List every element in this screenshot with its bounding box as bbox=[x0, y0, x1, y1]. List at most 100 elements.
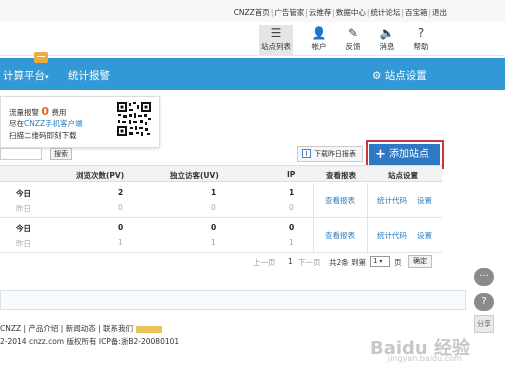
top-links-bar: CNZZ首页|广告管家|云推荐|数据中心|统计论坛|百宝箱|退出 bbox=[0, 0, 505, 22]
th-ip: IP bbox=[287, 170, 296, 179]
tool-help[interactable]: ? 帮助 bbox=[404, 25, 438, 52]
add-site-label: 添加站点 bbox=[389, 149, 429, 160]
row-divider bbox=[0, 252, 442, 253]
pager-prev[interactable]: 上一页 bbox=[253, 257, 276, 268]
help-icon: ? bbox=[417, 26, 425, 40]
top-link-logout[interactable]: 退出 bbox=[432, 7, 447, 18]
download-report-button[interactable]: 下载昨日报表 bbox=[297, 146, 363, 162]
search-button[interactable]: 搜索 bbox=[50, 148, 72, 160]
search-input[interactable] bbox=[0, 148, 42, 160]
gear-icon: ⚙ bbox=[372, 70, 382, 82]
pager-total: 共2条 到第 bbox=[329, 258, 367, 267]
question-icon[interactable]: ? bbox=[474, 293, 494, 311]
plus-icon: + bbox=[375, 147, 386, 162]
column-divider bbox=[313, 183, 314, 252]
footer-links[interactable]: CNZZ | 产品介绍 | 新闻动态 | 联系我们 bbox=[0, 324, 133, 333]
pager-current[interactable]: 1 bbox=[288, 257, 293, 266]
table-row: 今日 0 0 0 查看报表 统计代码 设置 bbox=[0, 220, 442, 240]
nav-stats-alert-label: 统计报警 bbox=[68, 70, 110, 82]
promo-zero: 0 bbox=[41, 105, 50, 118]
tool-messages[interactable]: 🔈 消息 bbox=[370, 25, 404, 52]
top-link-data-center[interactable]: 数据中心 bbox=[336, 7, 366, 18]
speaker-icon: 🔈 bbox=[379, 26, 395, 40]
nav-site-settings-label: 站点设置 bbox=[384, 70, 427, 82]
top-link-recommend[interactable]: 云推荐 bbox=[309, 7, 332, 18]
app-promo-popup: 流量报警 0 费用 尽在CNZZ手机客户端 扫描二维码即刻下载 bbox=[0, 96, 160, 148]
th-pv: 浏览次数(PV) bbox=[76, 171, 125, 180]
column-divider bbox=[367, 183, 368, 252]
row-label-yesterday: 昨日 bbox=[16, 239, 31, 248]
share-label: 分享 bbox=[477, 320, 491, 328]
toolbar: ☰ 站点列表 👤 帐户 ✎ 反馈 🔈 消息 ? 帮助 bbox=[0, 22, 505, 56]
row-yest-uv: 0 bbox=[211, 203, 216, 212]
th-view-report: 查看报表 bbox=[326, 171, 356, 180]
chat-icon[interactable]: ··· bbox=[474, 268, 494, 286]
tool-account-label: 帐户 bbox=[311, 42, 327, 51]
caret-down-icon: ▾ bbox=[45, 73, 49, 81]
nav-site-settings[interactable]: ⚙ 站点设置 bbox=[372, 68, 427, 83]
page-select[interactable]: 1 ▾ bbox=[370, 256, 390, 267]
tool-site-list-label: 站点列表 bbox=[261, 42, 291, 51]
footer-copyright: 2-2014 cnzz.com 版权所有 ICP备:浙B2-20080101 bbox=[0, 337, 180, 346]
user-icon: 👤 bbox=[311, 26, 327, 40]
row-yest-ip: 0 bbox=[289, 203, 294, 212]
promo-line-1: 流量报警 0 费用 bbox=[9, 105, 66, 118]
baidu-watermark-url: jingyan.baidu.com bbox=[388, 354, 462, 363]
tool-feedback[interactable]: ✎ 反馈 bbox=[336, 25, 370, 52]
top-links: CNZZ首页|广告管家|云推荐|数据中心|统计论坛|百宝箱|退出 bbox=[233, 7, 447, 18]
download-icon bbox=[302, 149, 311, 158]
row-label-today: 今日 bbox=[16, 189, 31, 198]
row-yest-pv: 0 bbox=[118, 203, 123, 212]
nav-platform[interactable]: 计算平台▾ bbox=[3, 68, 49, 83]
tool-help-label: 帮助 bbox=[413, 42, 429, 51]
top-link-forum[interactable]: 统计论坛 bbox=[370, 7, 400, 18]
tool-feedback-label: 反馈 bbox=[345, 42, 361, 51]
promo-line1-prefix: 流量报警 bbox=[9, 108, 39, 117]
th-uv: 独立访客(UV) bbox=[170, 171, 219, 180]
qr-code-image bbox=[116, 101, 152, 137]
table-row: 今日 2 1 1 查看报表 统计代码 设置 bbox=[0, 185, 442, 205]
promo-line1-suffix: 费用 bbox=[51, 108, 67, 117]
row-today-pv: 2 bbox=[118, 188, 124, 197]
row-yest-uv: 1 bbox=[211, 238, 216, 247]
top-link-ads[interactable]: 广告管家 bbox=[274, 7, 304, 18]
row-today-pv: 0 bbox=[118, 223, 124, 232]
row-label-yesterday: 昨日 bbox=[16, 204, 31, 213]
edit-icon: ✎ bbox=[347, 26, 359, 40]
list-icon: ☰ bbox=[270, 26, 282, 40]
main-nav: 计算平台▾ 统计报警 ⚙ 站点设置 bbox=[0, 58, 505, 90]
promo-line-3: 扫描二维码即刻下载 bbox=[9, 131, 77, 140]
new-badge-icon bbox=[34, 52, 48, 63]
row-today-uv: 1 bbox=[211, 188, 217, 197]
row-label-today: 今日 bbox=[16, 224, 31, 233]
row-yest-ip: 1 bbox=[289, 238, 294, 247]
table-header: 浏览次数(PV) 独立访客(UV) IP 查看报表 站点设置 bbox=[0, 165, 442, 182]
row-today-uv: 0 bbox=[211, 223, 217, 232]
info-panel bbox=[0, 290, 466, 310]
pager-next[interactable]: 下一页 bbox=[298, 257, 321, 268]
row-today-ip: 0 bbox=[289, 223, 295, 232]
nav-stats-alert[interactable]: 统计报警 bbox=[68, 68, 110, 83]
download-report-label: 下载昨日报表 bbox=[314, 150, 356, 158]
nav-platform-label: 计算平台 bbox=[3, 70, 45, 82]
tool-site-list[interactable]: ☰ 站点列表 bbox=[259, 25, 293, 55]
tool-account[interactable]: 👤 帐户 bbox=[302, 25, 336, 52]
tool-messages-label: 消息 bbox=[379, 42, 395, 51]
chevron-down-icon: ▾ bbox=[377, 258, 383, 265]
add-site-button[interactable]: + 添加站点 bbox=[369, 144, 440, 165]
pager-unit: 页 bbox=[394, 258, 402, 267]
share-button[interactable]: 分享 bbox=[474, 315, 494, 333]
top-link-home[interactable]: CNZZ首页 bbox=[234, 7, 270, 18]
footer-links-line: CNZZ | 产品介绍 | 新闻动态 | 联系我们 bbox=[0, 323, 163, 334]
row-today-ip: 1 bbox=[289, 188, 295, 197]
promo-app-link[interactable]: CNZZ手机客户端 bbox=[24, 119, 83, 128]
promo-line2-prefix: 尽在 bbox=[9, 119, 24, 128]
row-divider bbox=[0, 217, 442, 218]
pager-confirm-button[interactable]: 确定 bbox=[408, 255, 432, 268]
row-yest-pv: 1 bbox=[118, 238, 123, 247]
promo-line-2: 尽在CNZZ手机客户端 bbox=[9, 118, 83, 129]
table-row: 昨日 0 0 0 bbox=[0, 200, 442, 216]
top-link-toolbox[interactable]: 百宝箱 bbox=[405, 7, 428, 18]
table-row: 昨日 1 1 1 bbox=[0, 235, 442, 251]
cnzz-small-logo bbox=[136, 325, 163, 333]
